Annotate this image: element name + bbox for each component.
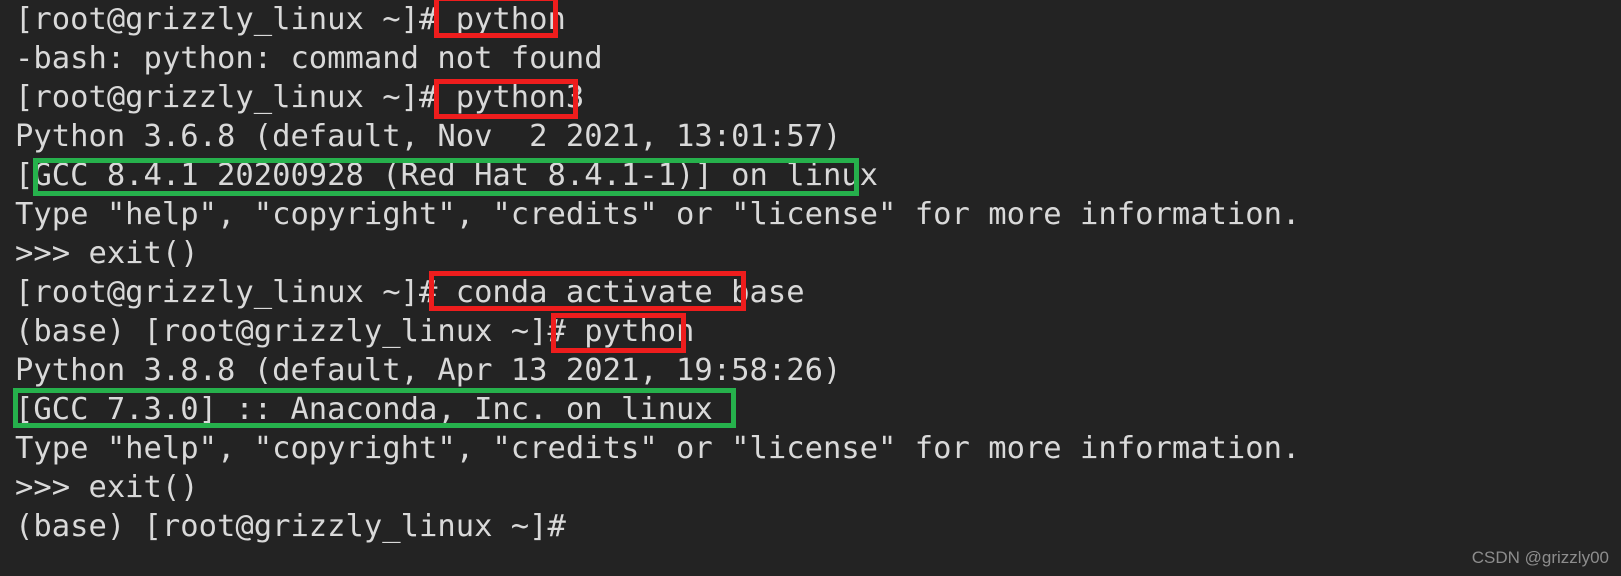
terminal-line-text: (base) [root@grizzly_linux ~]#	[15, 509, 566, 544]
terminal-line: [root@grizzly_linux ~]# conda activate b…	[15, 273, 1615, 312]
terminal-line-text: [GCC 7.3.0] :: Anaconda, Inc. on linux	[15, 392, 713, 427]
terminal-line-text: -bash: python: command not found	[15, 41, 603, 76]
terminal-line-text: >>> exit()	[15, 470, 199, 505]
terminal-line-text: Type "help", "copyright", "credits" or "…	[15, 197, 1301, 232]
terminal-line: Type "help", "copyright", "credits" or "…	[15, 195, 1615, 234]
terminal-line-text: [root@grizzly_linux ~]# python3	[15, 80, 585, 115]
watermark: CSDN @grizzly00	[1471, 548, 1609, 567]
terminal-line: Python 3.8.8 (default, Apr 13 2021, 19:5…	[15, 351, 1615, 390]
terminal-window: [root@grizzly_linux ~]# python -bash: py…	[0, 0, 1621, 576]
terminal-output: [root@grizzly_linux ~]# python -bash: py…	[15, 0, 1615, 546]
terminal-line-text: [root@grizzly_linux ~]# conda activate b…	[15, 275, 805, 310]
terminal-line: Type "help", "copyright", "credits" or "…	[15, 429, 1615, 468]
terminal-line: >>> exit()	[15, 234, 1615, 273]
terminal-line: (base) [root@grizzly_linux ~]# python	[15, 312, 1615, 351]
terminal-line-text: [GCC 8.4.1 20200928 (Red Hat 8.4.1-1)] o…	[15, 158, 879, 193]
terminal-line-text: (base) [root@grizzly_linux ~]# python	[15, 314, 695, 349]
terminal-line: -bash: python: command not found	[15, 39, 1615, 78]
terminal-line: [root@grizzly_linux ~]# python	[15, 0, 1615, 39]
terminal-line-text: [root@grizzly_linux ~]# python	[15, 2, 566, 37]
terminal-line: [GCC 7.3.0] :: Anaconda, Inc. on linux	[15, 390, 1615, 429]
terminal-line: [root@grizzly_linux ~]# python3	[15, 78, 1615, 117]
terminal-line: >>> exit()	[15, 468, 1615, 507]
terminal-line-text: Python 3.8.8 (default, Apr 13 2021, 19:5…	[15, 353, 842, 388]
terminal-line: (base) [root@grizzly_linux ~]#	[15, 507, 1615, 546]
terminal-line: Python 3.6.8 (default, Nov 2 2021, 13:01…	[15, 117, 1615, 156]
terminal-line-text: >>> exit()	[15, 236, 199, 271]
terminal-line: [GCC 8.4.1 20200928 (Red Hat 8.4.1-1)] o…	[15, 156, 1615, 195]
terminal-line-text: Type "help", "copyright", "credits" or "…	[15, 431, 1301, 466]
terminal-line-text: Python 3.6.8 (default, Nov 2 2021, 13:01…	[15, 119, 842, 154]
